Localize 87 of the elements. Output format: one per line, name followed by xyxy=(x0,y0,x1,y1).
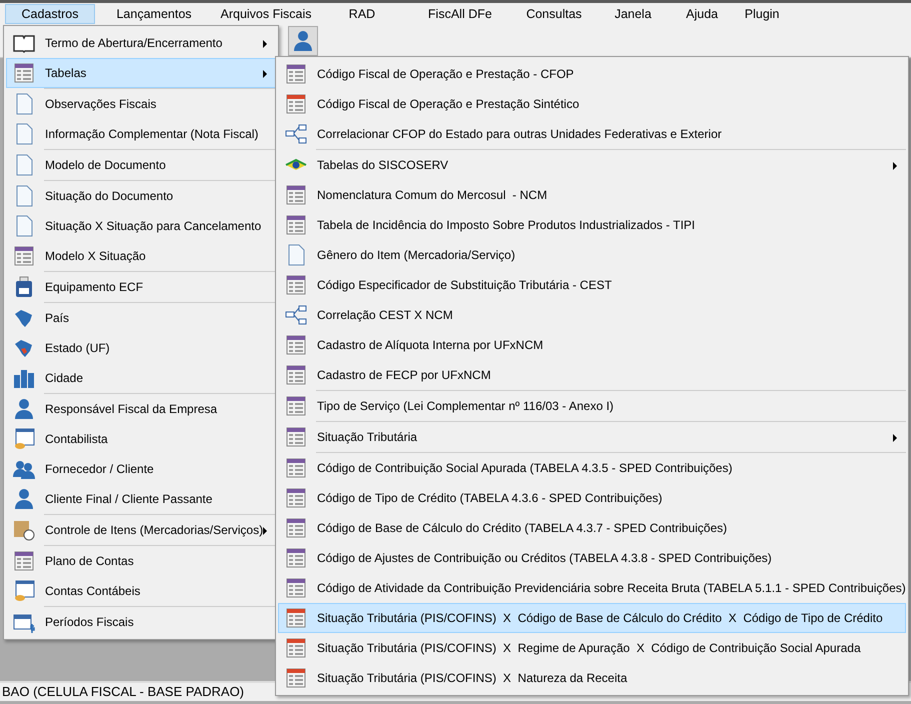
table-icon xyxy=(285,334,307,356)
menu-bar-item[interactable]: RAD xyxy=(319,4,405,24)
spreadsheet-icon xyxy=(13,580,35,602)
menu-item[interactable]: Gênero do Item (Mercadoria/Serviço) xyxy=(278,240,906,270)
menu-bar-item[interactable]: FiscAll DFe xyxy=(405,4,515,24)
submenu-arrow-icon xyxy=(263,527,267,535)
menu-item[interactable]: Nomenclatura Comum do Mercosul - NCM xyxy=(278,180,906,210)
table-icon xyxy=(13,550,35,572)
menu-item[interactable]: Cadastro de FECP por UFxNCM xyxy=(278,360,906,390)
table-icon xyxy=(285,426,307,448)
table-icon xyxy=(285,487,307,509)
menu-item[interactable]: Situação Tributária (PIS/COFINS) X Código de Base de Cálculo do Crédito X Código de Tipo de Crédito xyxy=(278,603,906,633)
building-icon xyxy=(13,367,35,389)
table-icon xyxy=(285,395,307,417)
menu-item[interactable]: País xyxy=(6,303,276,333)
table-icon xyxy=(13,245,35,267)
table-icon xyxy=(285,577,307,599)
person-icon xyxy=(292,30,314,52)
menu-item[interactable]: Correlacionar CFOP do Estado para outras Unidades Federativas e Exterior xyxy=(278,119,906,149)
box-icon xyxy=(13,519,35,541)
menu-item[interactable]: Tipo de Serviço (Lei Complementar nº 116/03 - Anexo I) xyxy=(278,391,906,421)
menu-item[interactable]: Períodos Fiscais xyxy=(6,607,276,637)
menu-bar-item[interactable]: Cadastros xyxy=(5,4,95,24)
menu-item[interactable]: Informação Complementar (Nota Fiscal) xyxy=(6,119,276,149)
menu-item[interactable]: Controle de Itens (Mercadorias/Serviços) xyxy=(6,515,276,545)
menu-item[interactable]: Observações Fiscais xyxy=(6,89,276,119)
menu-bar-item[interactable]: Janela xyxy=(593,4,673,24)
table-icon xyxy=(285,667,307,689)
table-icon xyxy=(285,607,307,629)
menu-item[interactable]: Código de Ajustes de Contribuição ou Créditos (TABELA 4.3.8 - SPED Contribuições) xyxy=(278,543,906,573)
menu-item[interactable]: Modelo X Situação xyxy=(6,241,276,271)
person-icon xyxy=(13,488,35,510)
submenu-arrow-icon xyxy=(893,162,897,170)
table-icon xyxy=(285,457,307,479)
toolbar-button[interactable] xyxy=(288,26,318,56)
menu-item[interactable]: Modelo de Documento xyxy=(6,150,276,180)
menu-item[interactable]: Código de Contribuição Social Apurada (TABELA 4.3.5 - SPED Contribuições) xyxy=(278,453,906,483)
table-icon xyxy=(285,547,307,569)
menu-item[interactable]: Cliente Final / Cliente Passante xyxy=(6,484,276,514)
table-icon xyxy=(285,637,307,659)
menu-item[interactable]: Código Fiscal de Operação e Prestação - CFOP xyxy=(278,59,906,89)
table-icon xyxy=(285,364,307,386)
table-icon xyxy=(285,517,307,539)
people-icon xyxy=(13,458,35,480)
table-icon xyxy=(285,93,307,115)
menu-item[interactable]: Cidade xyxy=(6,363,276,393)
menu-item[interactable]: Plano de Contas xyxy=(6,546,276,576)
menu-bar-item[interactable]: Plugin xyxy=(731,4,793,24)
table-icon xyxy=(285,63,307,85)
menu-item[interactable]: Código de Tipo de Crédito (TABELA 4.3.6 - SPED Contribuições) xyxy=(278,483,906,513)
submenu-arrow-icon xyxy=(893,434,897,442)
menu-item[interactable]: Contas Contábeis xyxy=(6,576,276,606)
menu-item[interactable]: Tabelas do SISCOSERV xyxy=(278,150,906,180)
menu-item[interactable]: Cadastro de Alíquota Interna por UFxNCM xyxy=(278,330,906,360)
menu-bar-item[interactable]: Ajuda xyxy=(673,4,731,24)
flowchart-icon xyxy=(285,123,307,145)
menu-item[interactable]: Estado (UF) xyxy=(6,333,276,363)
menu-bar-item[interactable]: Arquivos Fiscais xyxy=(213,4,319,24)
table-icon xyxy=(13,62,35,84)
menu-item[interactable]: Tabela de Incidência do Imposto Sobre Produtos Industrializados - TIPI xyxy=(278,210,906,240)
menu-item[interactable]: Situação Tributária (PIS/COFINS) X Regime de Apuração X Código de Contribuição Social Apurada xyxy=(278,633,906,663)
submenu-arrow-icon xyxy=(263,70,267,78)
table-icon xyxy=(285,274,307,296)
menu-item[interactable]: Situação X Situação para Cancelamento xyxy=(6,211,276,241)
menu-item[interactable]: Responsável Fiscal da Empresa xyxy=(6,394,276,424)
menu-bar-item[interactable]: Consultas xyxy=(515,4,593,24)
menu-bar-item[interactable]: Lançamentos xyxy=(95,4,213,24)
menu-item[interactable]: Código Especificador de Substituição Tributária - CEST xyxy=(278,270,906,300)
calculator-icon xyxy=(13,276,35,298)
table-icon xyxy=(285,214,307,236)
menu-item[interactable]: Equipamento ECF xyxy=(6,272,276,302)
menu-item[interactable]: Situação Tributária xyxy=(278,422,906,452)
menu-item[interactable]: Código Fiscal de Operação e Prestação Sintético xyxy=(278,89,906,119)
flowchart-icon xyxy=(285,304,307,326)
spreadsheet-icon xyxy=(13,428,35,450)
map-icon xyxy=(13,337,35,359)
menu-item[interactable]: Código de Base de Cálculo do Crédito (TABELA 4.3.7 - SPED Contribuições) xyxy=(278,513,906,543)
menu-item[interactable]: Código de Atividade da Contribuição Previdenciária sobre Receita Bruta (TABELA 5.1.1 - SPED Contribuições) xyxy=(278,573,906,603)
menu-item[interactable]: Tabelas xyxy=(6,58,276,88)
menu-item[interactable]: Situação do Documento xyxy=(6,181,276,211)
menu-item[interactable]: Contabilista xyxy=(6,424,276,454)
menu-item[interactable]: Correlação CEST X NCM xyxy=(278,300,906,330)
menu-item[interactable]: Fornecedor / Cliente xyxy=(6,454,276,484)
table-icon xyxy=(285,184,307,206)
map-icon xyxy=(13,307,35,329)
person-icon xyxy=(13,398,35,420)
submenu-arrow-icon xyxy=(263,40,267,48)
